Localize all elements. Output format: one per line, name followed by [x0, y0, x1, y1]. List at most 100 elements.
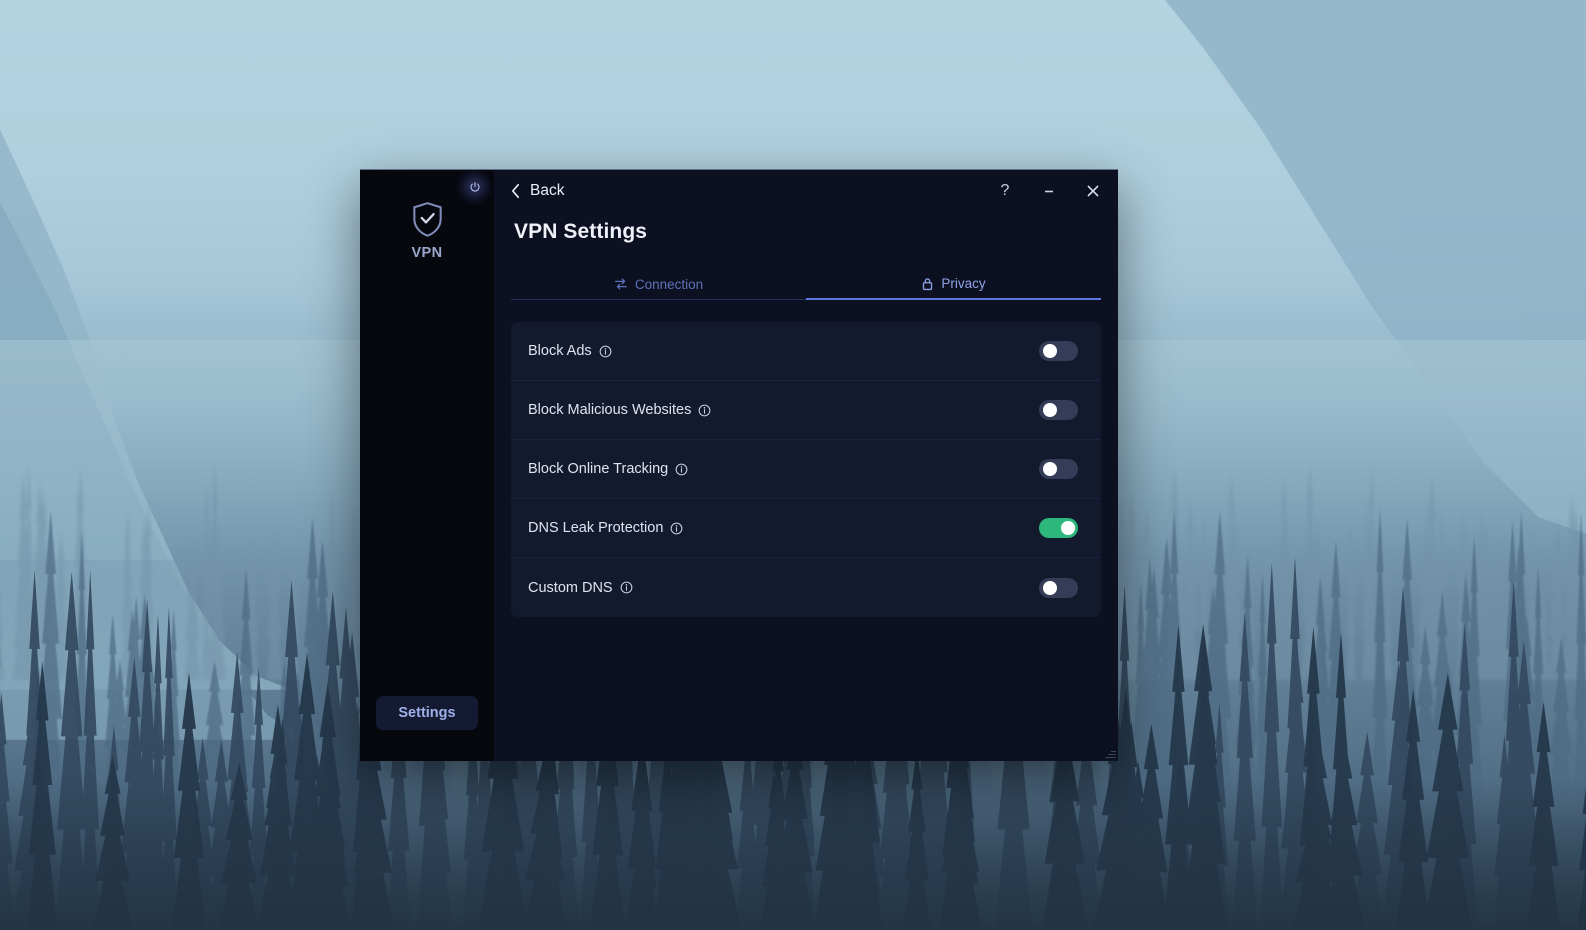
close-icon: [1087, 185, 1099, 197]
toggle-knob: [1042, 403, 1057, 417]
main-panel: Back ? VPN Settings Connection Privacy B…: [494, 170, 1118, 761]
vpn-app-window: VPN Settings Back ? VPN Settings Connect…: [360, 169, 1118, 761]
help-button[interactable]: ?: [994, 180, 1016, 202]
setting-text-dns-leak-protection: DNS Leak Protection: [528, 520, 664, 536]
tree: [287, 550, 300, 680]
tree: [1132, 583, 1150, 800]
info-icon[interactable]: [620, 581, 633, 594]
tree: [1395, 517, 1420, 800]
tree: [1138, 502, 1156, 680]
tree: [266, 527, 283, 680]
toggle-block-ads[interactable]: [1039, 341, 1078, 361]
tree: [1422, 498, 1432, 680]
tab-privacy[interactable]: Privacy: [806, 269, 1101, 300]
tree: [1324, 539, 1348, 800]
tree: [303, 599, 320, 800]
close-button[interactable]: [1082, 180, 1104, 202]
tree: [1142, 566, 1166, 800]
tree: [1371, 508, 1389, 800]
minimize-button[interactable]: [1038, 180, 1060, 202]
tree: [1175, 547, 1188, 680]
tree: [1361, 497, 1373, 680]
tree: [1197, 509, 1211, 680]
settings-tabs: Connection Privacy: [511, 269, 1101, 300]
mountain-right: [1158, 0, 1586, 540]
info-icon[interactable]: [675, 463, 688, 476]
tree: [1314, 656, 1331, 800]
toggle-knob: [1060, 521, 1075, 535]
toggle-custom-dns[interactable]: [1039, 577, 1078, 598]
setting-text-block-ads: Block Ads: [528, 343, 592, 359]
power-button[interactable]: [464, 176, 485, 197]
toggle-dns-leak-protection[interactable]: [1039, 518, 1078, 538]
setting-label-block-online-tracking: Block Online Tracking: [528, 461, 688, 477]
tree: [1276, 478, 1293, 680]
settings-button[interactable]: Settings: [376, 696, 478, 730]
tab-connection[interactable]: Connection: [511, 269, 806, 300]
tree: [1164, 510, 1185, 800]
tree: [1573, 511, 1586, 800]
sidebar: VPN Settings: [360, 170, 494, 761]
toggle-knob: [1042, 344, 1057, 358]
toggle-block-online-tracking[interactable]: [1039, 459, 1078, 479]
tree: [1548, 637, 1574, 800]
tree: [1345, 520, 1356, 680]
tree: [1453, 572, 1478, 800]
window-resize-handle[interactable]: [1104, 747, 1116, 759]
tree: [1310, 513, 1324, 680]
tree: [1266, 578, 1284, 680]
back-button[interactable]: Back: [510, 182, 564, 200]
ground-gradient: [0, 780, 1586, 930]
chevron-left-icon: [511, 183, 520, 199]
tree: [1238, 554, 1258, 800]
page-title: VPN Settings: [514, 220, 648, 243]
tab-privacy-label: Privacy: [941, 276, 986, 291]
tree: [1512, 511, 1531, 800]
tree: [1301, 464, 1319, 680]
tree: [1417, 521, 1434, 680]
setting-row-dns-leak-protection: DNS Leak Protection: [511, 499, 1101, 558]
tree: [1181, 497, 1200, 680]
tree: [1224, 472, 1239, 680]
tree: [1233, 604, 1259, 800]
tree: [1429, 590, 1456, 800]
tree: [1309, 575, 1332, 800]
setting-text-block-malicious-websites: Block Malicious Websites: [528, 402, 692, 418]
setting-label-dns-leak-protection: DNS Leak Protection: [528, 520, 683, 536]
info-icon[interactable]: [599, 345, 612, 358]
setting-label-custom-dns: Custom DNS: [528, 580, 633, 596]
tree: [326, 487, 338, 680]
setting-label-block-ads: Block Ads: [528, 343, 612, 359]
tree: [1276, 516, 1295, 680]
vpn-brand: VPN: [411, 201, 444, 261]
tree: [1472, 510, 1493, 680]
window-controls: ?: [994, 180, 1104, 202]
tree: [1208, 644, 1223, 800]
tree: [1465, 534, 1484, 800]
tree: [1500, 559, 1521, 680]
tree: [1206, 510, 1233, 800]
shield-check-icon: [412, 202, 442, 237]
minimize-icon: [1045, 190, 1053, 193]
privacy-settings-card: Block Ads Block Malicious Websites Block…: [511, 322, 1101, 617]
tree: [1311, 611, 1334, 800]
tree: [1526, 523, 1538, 680]
tree: [1382, 562, 1393, 680]
info-icon[interactable]: [698, 404, 711, 417]
tree: [1402, 553, 1415, 680]
toggle-knob: [1042, 462, 1057, 476]
tree: [1138, 556, 1162, 800]
tree: [1422, 476, 1442, 680]
vpn-brand-label: VPN: [411, 245, 443, 261]
title-bar: Back ?: [494, 170, 1118, 212]
tree: [1482, 514, 1493, 680]
toggle-block-malicious-websites[interactable]: [1039, 400, 1078, 420]
setting-text-custom-dns: Custom DNS: [528, 579, 613, 596]
tree: [1503, 574, 1523, 680]
tree: [1488, 543, 1499, 680]
tree: [1122, 489, 1140, 680]
tree: [1455, 510, 1471, 680]
tree: [1255, 572, 1270, 800]
info-icon[interactable]: [670, 522, 683, 535]
toggle-knob: [1042, 580, 1057, 595]
